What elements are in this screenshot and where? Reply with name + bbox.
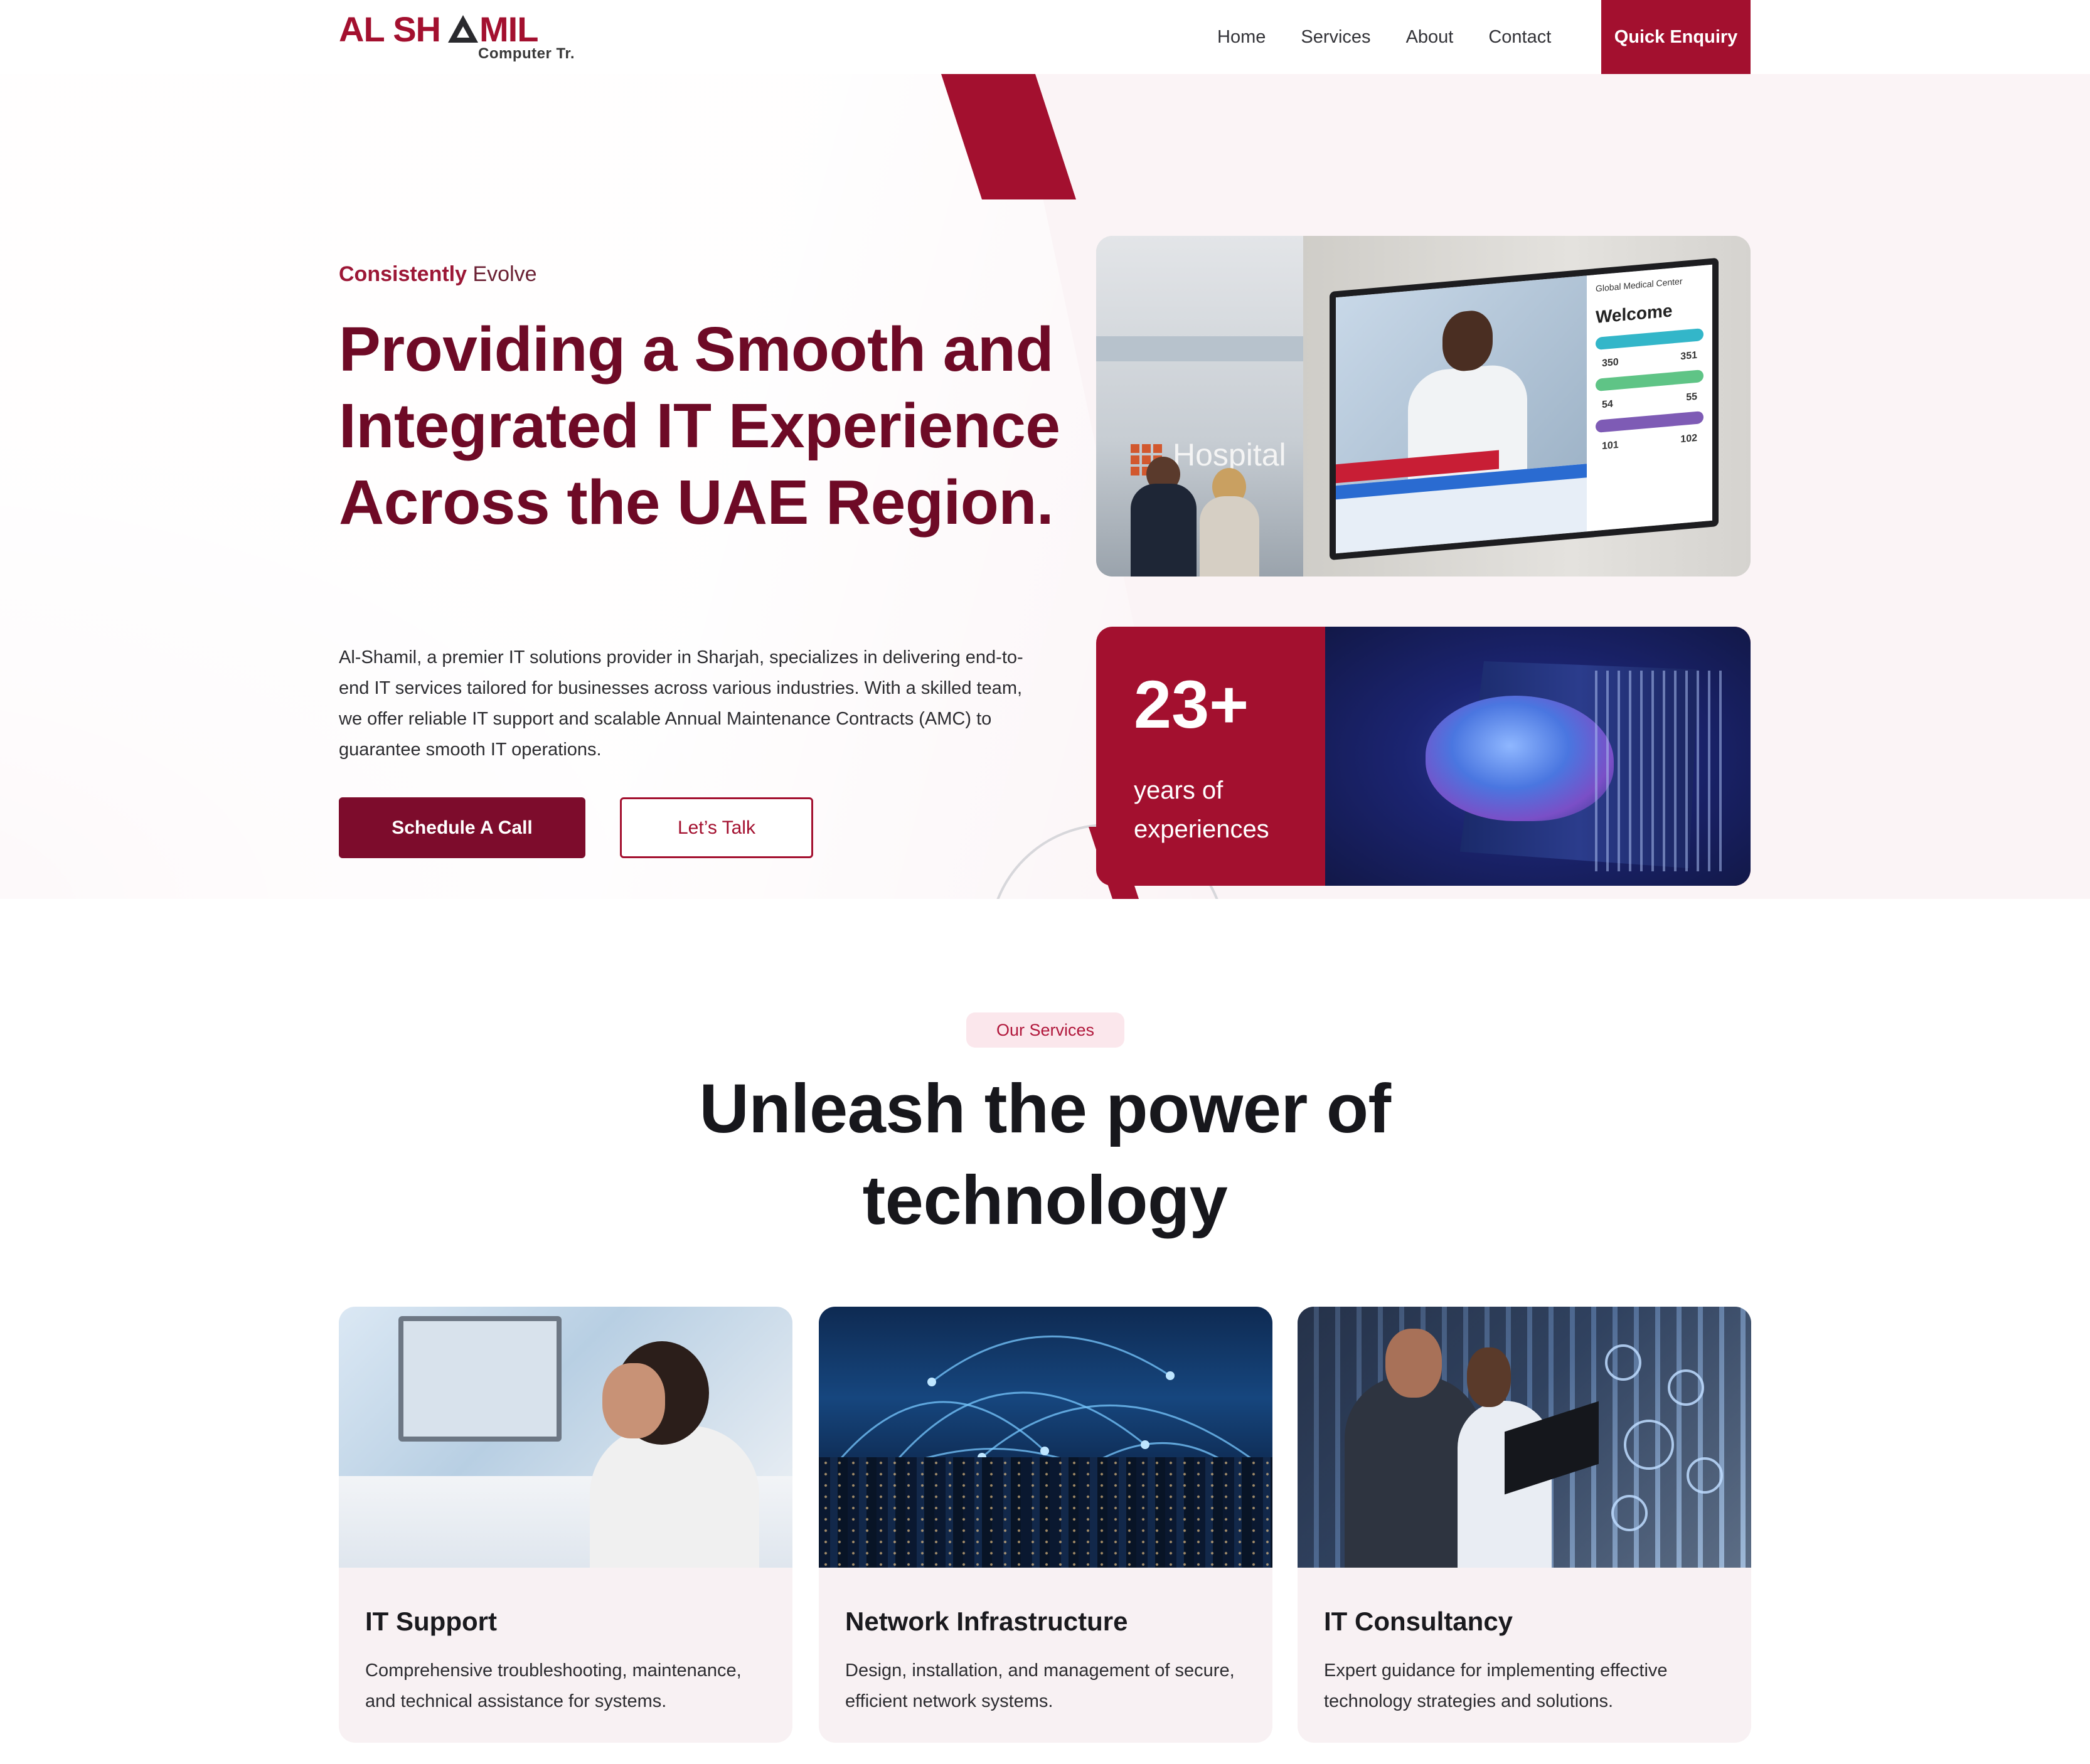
- hero-description: Al-Shamil, a premier IT solutions provid…: [339, 647, 1023, 760]
- agent-face: [602, 1363, 665, 1438]
- service-card-it-consultancy[interactable]: IT Consultancy Expert guidance for imple…: [1298, 1307, 1751, 1743]
- consultancy-image: [1298, 1307, 1751, 1568]
- service-card-it-support[interactable]: IT Support Comprehensive troubleshooting…: [339, 1307, 792, 1743]
- visitor-figure: [1131, 484, 1197, 576]
- services-title: Unleash the power of technology: [699, 1070, 1391, 1239]
- tv-queue-panel: Global Medical Center Welcome 350 351 54 5…: [1587, 264, 1712, 532]
- service-card-text: Design, installation, and management of …: [845, 1660, 1235, 1711]
- visitor-figure: [1200, 496, 1259, 576]
- stat-label: years of experiences: [1134, 777, 1269, 843]
- service-card-network-infrastructure[interactable]: Network Infrastructure Design, installat…: [819, 1307, 1272, 1743]
- lets-talk-button[interactable]: Let’s Talk: [620, 797, 813, 858]
- stat-value: 23+: [1134, 666, 1249, 742]
- nav-home[interactable]: Home: [1217, 27, 1266, 48]
- tv-info-strip: [1336, 450, 1587, 554]
- service-card-text: Comprehensive troubleshooting, maintenan…: [365, 1660, 742, 1711]
- agent-figure: [590, 1426, 759, 1568]
- brand-logo[interactable]: AL SH MIL Computer Tr.: [339, 13, 590, 66]
- consultant-head: [1385, 1329, 1442, 1398]
- room-numbers-b: 54 55: [1602, 391, 1697, 411]
- eyebrow-sub: Evolve: [472, 262, 537, 286]
- room-label-a: [1596, 327, 1703, 351]
- room-numbers-a: 350 351: [1602, 349, 1697, 369]
- it-support-image: [339, 1307, 792, 1568]
- ai-brain-image: [1325, 627, 1751, 886]
- service-card-title: IT Support: [365, 1607, 497, 1636]
- engineer-head: [1467, 1347, 1511, 1407]
- network-image: [819, 1307, 1272, 1568]
- svg-text:MIL: MIL: [479, 13, 538, 49]
- quick-enquiry-button[interactable]: Quick Enquiry: [1601, 0, 1751, 74]
- city-lights: [819, 1457, 1272, 1568]
- hospital-display-image: Hospital Global Medical Center Welcome 3…: [1096, 236, 1751, 576]
- service-card-title: Network Infrastructure: [845, 1607, 1128, 1636]
- screen-welcome: Welcome: [1596, 300, 1673, 327]
- site-header: AL SH MIL Computer Tr. Home Services Abo…: [0, 0, 2090, 74]
- svg-text:AL SH: AL SH: [339, 13, 440, 49]
- logo-wordmark: AL SH MIL: [339, 13, 538, 49]
- hologram-icons: [1592, 1332, 1743, 1545]
- nav-contact[interactable]: Contact: [1488, 27, 1551, 48]
- monitor-icon: [398, 1316, 562, 1442]
- logo-subtitle: Computer Tr.: [478, 45, 575, 62]
- schedule-call-button[interactable]: Schedule A Call: [339, 797, 585, 858]
- nav-services[interactable]: Services: [1301, 27, 1370, 48]
- services-badge: Our Services: [966, 1012, 1124, 1048]
- room-label-b: [1596, 369, 1703, 392]
- room-numbers-c: 101 102: [1602, 432, 1697, 452]
- hero-eyebrow: Consistently Evolve: [339, 262, 537, 287]
- cube-bars: [1595, 671, 1727, 871]
- eyebrow-main: Consistently: [339, 262, 467, 286]
- digital-signage-tv: Global Medical Center Welcome 350 351 54 5…: [1330, 257, 1719, 561]
- tv-screen: Global Medical Center Welcome 350 351 54 5…: [1336, 264, 1712, 554]
- hero-section: Consistently Evolve Providing a Smooth a…: [0, 74, 2090, 899]
- main-nav: Home Services About Contact: [1217, 0, 1551, 74]
- screen-header: Global Medical Center: [1596, 275, 1683, 294]
- room-label-c: [1596, 410, 1703, 433]
- experience-stat-card: 23+ years of experiences: [1096, 627, 1751, 886]
- hero-title: Providing a Smooth and Integrated IT Exp…: [339, 314, 1060, 538]
- service-card-text: Expert guidance for implementing effecti…: [1324, 1660, 1668, 1711]
- service-card-title: IT Consultancy: [1324, 1607, 1513, 1636]
- nav-about[interactable]: About: [1406, 27, 1454, 48]
